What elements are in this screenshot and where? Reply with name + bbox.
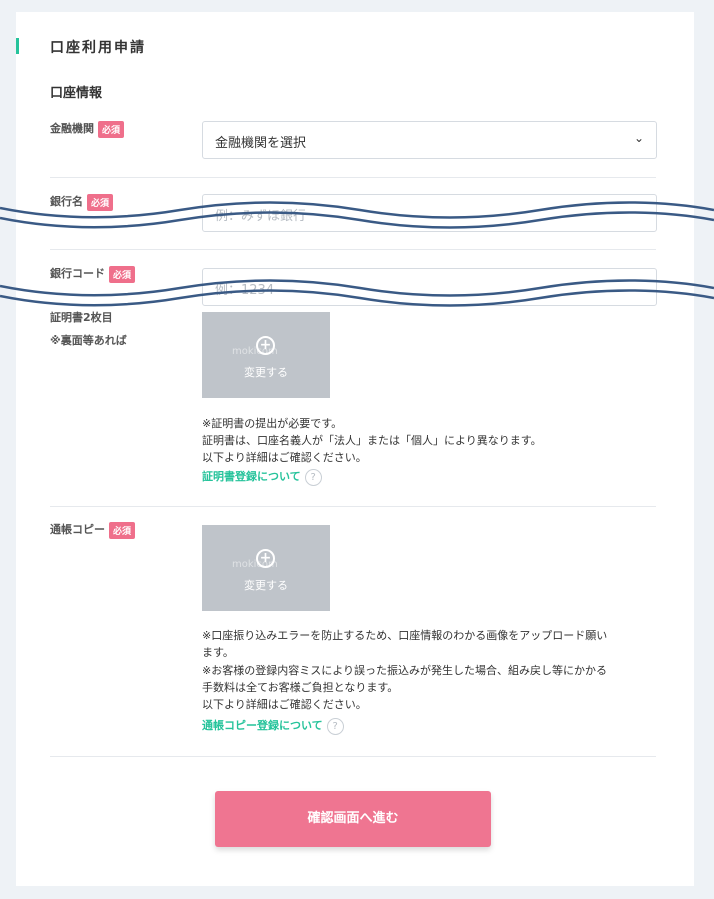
- passbook-note-5: 以下より詳細はご確認ください。: [202, 698, 367, 711]
- upload-change-label: 変更する: [244, 579, 288, 592]
- passbook-label: 通帳コピー 必須: [50, 521, 136, 539]
- institution-label-text: 金融機関: [50, 122, 94, 135]
- required-badge: 必須: [98, 120, 125, 138]
- divider: [50, 756, 656, 757]
- required-badge: 必須: [109, 521, 136, 539]
- institution-select[interactable]: 金融機関を選択 ⌄: [202, 121, 657, 159]
- passbook-note-1: ※口座振り込みエラーを防止するため、口座情報のわかる画像をアップロード願い: [202, 629, 608, 642]
- section-title: 口座情報: [50, 86, 103, 101]
- certificate2-note-2: 証明書は、口座名義人が「法人」または「個人」により異なります。: [202, 434, 542, 447]
- certificate2-note-1: ※証明書の提出が必要です。: [202, 417, 343, 430]
- question-circle-icon[interactable]: ?: [304, 468, 322, 486]
- plus-circle-icon: +: [256, 549, 275, 568]
- passbook-help-link[interactable]: 通帳コピー登録について?: [202, 717, 344, 735]
- chevron-down-icon: ⌄: [633, 131, 644, 145]
- divider: [50, 506, 656, 507]
- certificate2-upload[interactable]: mokicom + 変更する: [202, 312, 330, 398]
- question-circle-icon[interactable]: ?: [326, 717, 344, 735]
- passbook-note-2: ます。: [202, 646, 234, 659]
- certificate2-sublabel: ※裏面等あれば: [50, 334, 127, 347]
- confirm-button[interactable]: 確認画面へ進む: [215, 791, 491, 847]
- passbook-label-text: 通帳コピー: [50, 523, 105, 536]
- passbook-help-link-text[interactable]: 通帳コピー登録について: [202, 719, 323, 732]
- plus-circle-icon: +: [256, 336, 275, 355]
- passbook-note-3: ※お客様の登録内容ミスにより誤った振込みが発生した場合、組み戻し等にかかる: [202, 664, 607, 677]
- divider: [50, 249, 656, 250]
- form-card: 口座利用申請 口座情報 金融機関 必須 金融機関を選択 ⌄ 銀行名 必須 例：みずほ…: [16, 12, 694, 886]
- divider: [50, 177, 656, 178]
- upload-change-label: 変更する: [244, 366, 288, 379]
- passbook-upload[interactable]: mokicom + 変更する: [202, 525, 330, 611]
- passbook-note-4: 手数料は全てお客様ご負担となります。: [202, 681, 399, 694]
- page-title: 口座利用申請: [50, 40, 146, 56]
- certificate2-note-3: 以下より詳細はご確認ください。: [202, 451, 367, 464]
- wavy-cut-line: [0, 201, 714, 229]
- institution-label: 金融機関 必須: [50, 120, 125, 138]
- institution-select-value: 金融機関を選択: [215, 136, 307, 151]
- certificate-help-link[interactable]: 証明書登録について?: [202, 468, 322, 486]
- certificate-help-link-text[interactable]: 証明書登録について: [202, 470, 301, 483]
- wavy-cut-line: [0, 279, 714, 307]
- title-accent-bar: [16, 38, 19, 54]
